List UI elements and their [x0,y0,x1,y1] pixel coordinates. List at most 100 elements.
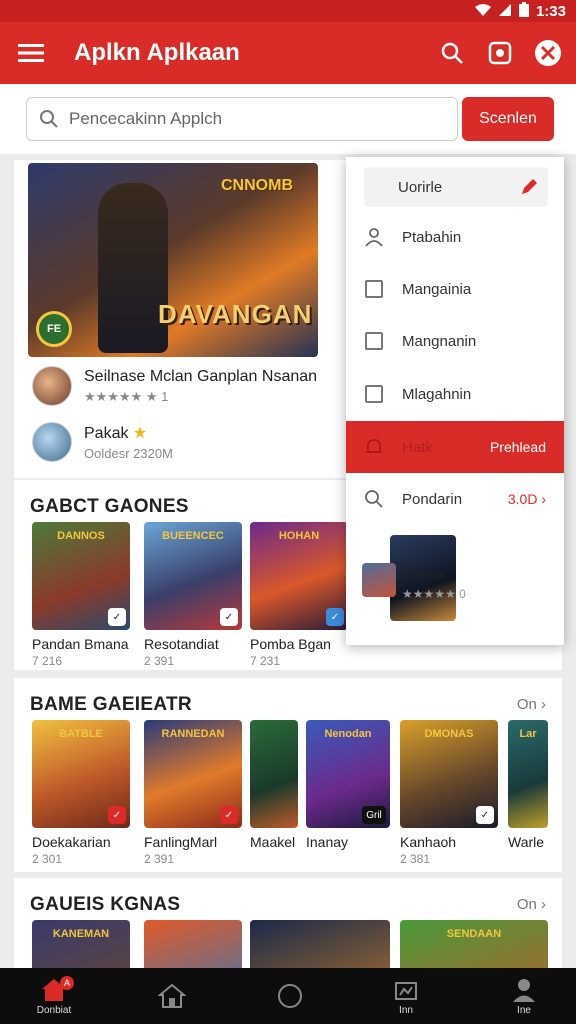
nav-label: Inn [399,1004,413,1016]
bell-icon [364,437,384,457]
search-box[interactable] [26,97,458,141]
game-tile[interactable]: RANNEDAN ✓ FanlingMarl 2 391 [144,720,242,866]
tile-name: Doekakarian [32,834,111,850]
game-tile[interactable] [250,920,390,968]
badge-icon: ✓ [108,608,126,626]
account-button[interactable] [534,39,562,67]
menu-button[interactable] [0,22,62,84]
checkbox[interactable] [365,332,383,350]
tile-name: Inanay [306,834,349,850]
shop-icon [158,983,186,1008]
tile-name: Kanhaoh [400,834,457,850]
tile-name: Maakel [250,834,296,850]
game-tile[interactable]: SENDAAN [400,920,548,968]
tile-art: DANNOS ✓ [32,522,130,630]
notification-badge: A [60,976,74,990]
dropdown-menu: Uorirle Ptabahin Mangainia Mangnanin Mla… [346,157,564,645]
badge-icon: ✓ [476,806,494,824]
game-tile[interactable]: Maakel [250,720,298,850]
game-tile[interactable]: Nenodan Gril Inanay [306,720,390,850]
tile-art: KANEMAN [32,920,130,968]
section-games-kings: GAUEIS KGNAS On › KANEMAN SENDAAN [14,878,562,968]
preview-thumbnail [362,563,396,597]
tile-art: HOHAN ✓ [250,522,348,630]
tile-art: Lar [508,720,548,828]
featured-row[interactable]: Seilnase Mclan Ganplan Nsanan ★★★★★ ★ 1 [32,366,317,406]
featured-row[interactable]: Pakak ★ Ooldesr 2320M [32,422,173,462]
badge-icon: ✓ [326,608,344,626]
search-input[interactable] [69,109,429,129]
game-tile[interactable]: DANNOS ✓ Pandan Bmana 7 216 [32,522,130,668]
account-icon [535,40,561,66]
tile-art: SENDAAN [400,920,548,968]
tile-art [144,920,242,968]
nav-label: Donbiat [36,1004,72,1016]
checkbox[interactable] [365,385,383,403]
dropdown-item[interactable]: Mlagahnin [346,368,564,420]
tile-meta: 2 391 [144,852,175,866]
library-icon [488,41,512,65]
tile-meta: 7 231 [250,654,281,668]
tile-meta: 2 381 [400,852,431,866]
avatar [32,422,72,462]
search-row: Scenlen [0,84,576,154]
section-title: GABCT GAONES [30,496,189,517]
tile-art: RANNEDAN ✓ [144,720,242,828]
featured-banner[interactable]: CNNOMB DAVANGAN FE [28,163,318,357]
battery-icon [518,2,530,21]
section-more-link[interactable]: On › [517,896,546,913]
featured-row-meta: Ooldesr 2320M [84,446,173,461]
tile-meta: 2 301 [32,852,63,866]
dropdown-item[interactable]: Mangnanin [346,315,564,367]
tile-art [250,720,298,828]
tile-name: Pandan Bmana [32,636,129,652]
game-tile[interactable]: KANEMAN [32,920,130,968]
featured-row-meta: ★★★★★ ★ 1 [84,388,169,404]
star-icon: ★ [132,425,148,442]
hamburger-icon [18,44,44,62]
edit-icon[interactable] [520,178,538,200]
dropdown-item-active[interactable]: Hatk Prehlead [346,421,564,473]
badge-icon: ✓ [220,806,238,824]
tile-meta: 2 391 [144,654,175,668]
wifi-icon [474,3,492,20]
library-button[interactable] [486,39,514,67]
nav-item-center[interactable] [250,968,330,1024]
app-bar: Aplkn Aplkaan [0,22,576,84]
dropdown-header[interactable]: Uorirle [364,167,548,207]
bottom-nav: A Donbiat Inn Ine [0,968,576,1024]
nav-item-shop[interactable] [132,968,212,1024]
game-tile[interactable]: BATBLE ✓ Doekakarian 2 301 [32,720,130,866]
search-icon [40,110,58,128]
status-time: 1:33 [535,3,566,20]
profile-icon [513,978,535,1002]
dropdown-item[interactable]: Ptabahin [346,211,564,263]
game-tile[interactable]: DMONAS ✓ Kanhaoh 2 381 [400,720,498,866]
search-submit-button[interactable]: Scenlen [462,97,554,141]
search-button[interactable] [438,39,466,67]
app-title: Aplkn Aplkaan [74,39,240,66]
tile-meta: 7 216 [32,654,63,668]
dropdown-item[interactable]: Pondarin 3.0D › [346,473,564,525]
game-tile[interactable] [144,920,242,968]
section-more-link[interactable]: On › [517,696,546,713]
section-title: GAUEIS KGNAS [30,894,181,915]
nav-item-library[interactable]: Inn [366,968,446,1024]
checkbox[interactable] [365,280,383,298]
dropdown-item[interactable]: Mangainia [346,263,564,315]
preview-name: Ghkhe [402,566,444,582]
game-tile[interactable]: HOHAN ✓ Pomba Bgan 7 231 [250,522,348,668]
section-title: BAME GAEIEATR [30,694,192,715]
game-tile[interactable]: BUEENCEC ✓ Resotandiat 2 391 [144,522,242,668]
nav-item-profile[interactable]: Ine [484,968,564,1024]
tile-art [250,920,390,968]
tile-art: BUEENCEC ✓ [144,522,242,630]
game-tile[interactable]: Lar Warle [508,720,548,850]
dropdown-preview[interactable]: Ghkhe ★★★★★ 0 [362,535,552,625]
nav-item-home[interactable]: A Donbiat [14,968,94,1024]
avatar [32,366,72,406]
tile-art: DMONAS ✓ [400,720,498,828]
banner-logo: FE [36,311,72,347]
tile-name: Warle [508,834,545,850]
signal-icon [498,3,512,20]
